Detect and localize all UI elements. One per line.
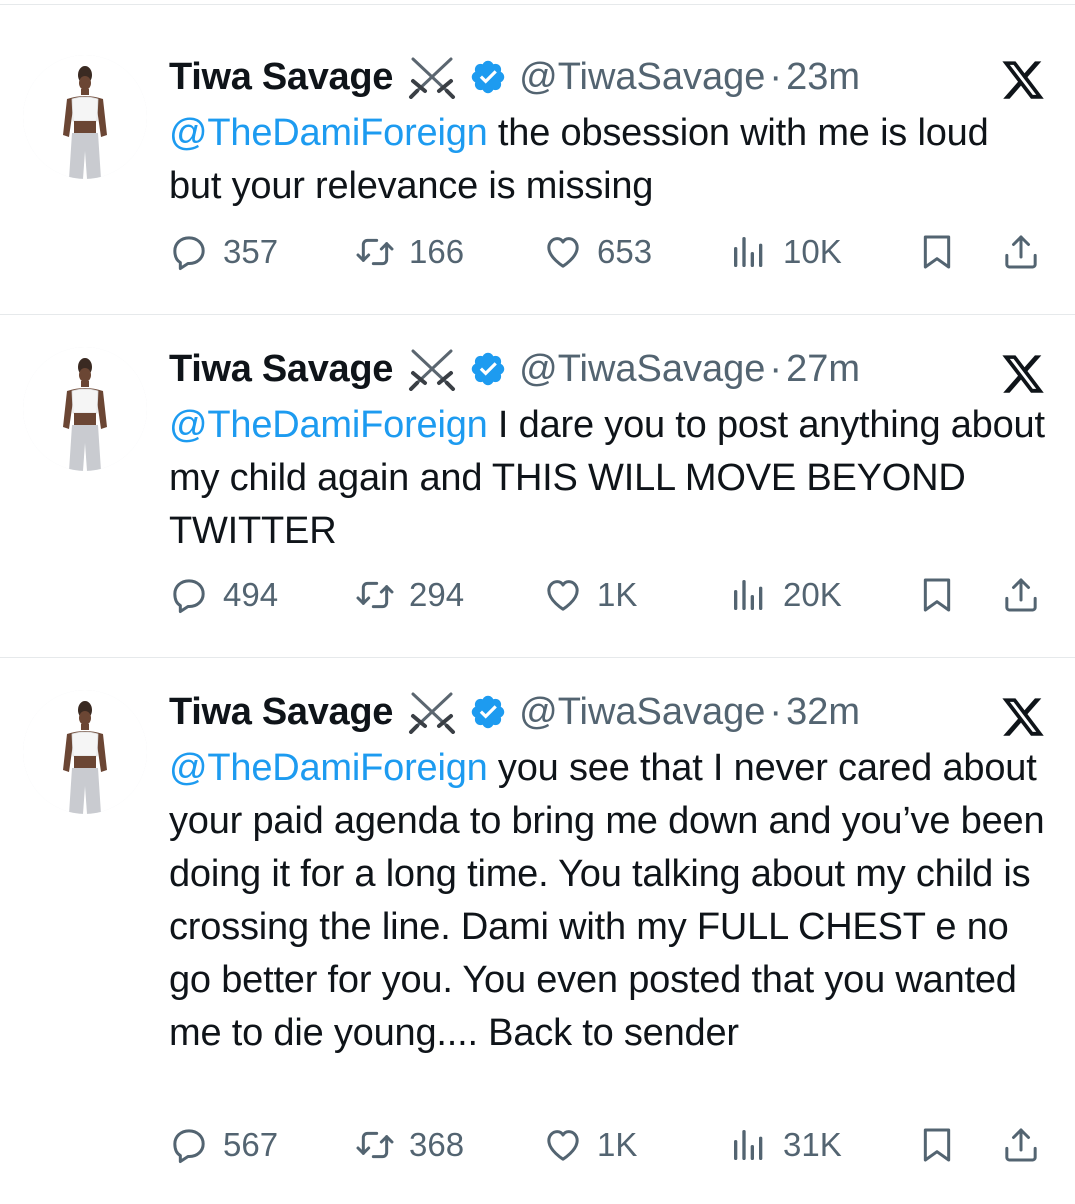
crossed-swords-icon (407, 690, 457, 734)
verified-badge-icon[interactable] (469, 350, 507, 388)
views-icon (729, 232, 769, 272)
tweet-text: @TheDamiForeign you see that I never car… (169, 742, 1049, 1060)
reply-button[interactable]: 494 (169, 570, 278, 620)
retweet-button[interactable]: 166 (355, 227, 464, 277)
retweet-button[interactable]: 368 (355, 1120, 464, 1170)
heart-icon (543, 1125, 583, 1165)
separator-dot: · (769, 56, 783, 98)
mention-link[interactable]: @TheDamiForeign (169, 112, 488, 154)
action-bar: 494 294 1K 20K (169, 570, 1049, 620)
tweet[interactable]: Tiwa Savage @TiwaSavage · 27m @TheDamiFo… (0, 314, 1075, 657)
like-count: 653 (597, 233, 653, 270)
retweet-count: 294 (409, 576, 465, 613)
reply-button[interactable]: 357 (169, 227, 278, 277)
like-button[interactable]: 653 (543, 227, 652, 277)
share-button[interactable] (1001, 1120, 1041, 1170)
tweet-header: Tiwa Savage @TiwaSavage · 23m (169, 53, 860, 101)
bookmark-button[interactable] (917, 570, 957, 620)
reply-count: 494 (223, 576, 279, 613)
tweet[interactable]: Tiwa Savage @TiwaSavage · 32m @TheDamiFo… (0, 657, 1075, 1200)
like-button[interactable]: 1K (543, 570, 637, 620)
like-button[interactable]: 1K (543, 1120, 637, 1170)
avatar[interactable] (23, 55, 147, 179)
mention-link[interactable]: @TheDamiForeign (169, 747, 488, 789)
timestamp[interactable]: 27m (786, 345, 860, 393)
separator-dot: · (769, 348, 783, 390)
reply-icon (169, 575, 209, 615)
avatar[interactable] (23, 347, 147, 471)
heart-icon (543, 575, 583, 615)
tweet[interactable]: Tiwa Savage @TiwaSavage · 23m @TheDamiFo… (0, 4, 1075, 314)
retweet-count: 368 (409, 1126, 465, 1163)
x-logo-icon (1000, 694, 1046, 740)
author-handle[interactable]: @TiwaSavage (519, 53, 765, 101)
verified-badge-icon[interactable] (469, 58, 507, 96)
retweet-icon (355, 1125, 395, 1165)
share-icon (1001, 1125, 1041, 1165)
view-count: 20K (783, 576, 842, 613)
share-button[interactable] (1001, 227, 1041, 277)
bookmark-button[interactable] (917, 227, 957, 277)
views-icon (729, 1125, 769, 1165)
action-bar: 567 368 1K 31K (169, 1120, 1049, 1170)
tweet-header: Tiwa Savage @TiwaSavage · 27m (169, 345, 860, 393)
author-name[interactable]: Tiwa Savage (169, 345, 393, 393)
views-button[interactable]: 10K (729, 227, 842, 277)
tweet-body-text: you see that I never cared about your pa… (169, 747, 1045, 1054)
share-button[interactable] (1001, 570, 1041, 620)
mention-link[interactable]: @TheDamiForeign (169, 404, 488, 446)
tweet-text: @TheDamiForeign I dare you to post anyth… (169, 399, 1049, 558)
like-count: 1K (597, 576, 638, 613)
reply-icon (169, 232, 209, 272)
retweet-count: 166 (409, 233, 465, 270)
bookmark-icon (917, 232, 957, 272)
timestamp[interactable]: 23m (786, 53, 860, 101)
reply-count: 567 (223, 1126, 279, 1163)
timestamp[interactable]: 32m (786, 688, 860, 736)
retweet-icon (355, 575, 395, 615)
like-count: 1K (597, 1126, 638, 1163)
bookmark-icon (917, 1125, 957, 1165)
tweet-text: @TheDamiForeign the obsession with me is… (169, 107, 1049, 213)
verified-badge-icon[interactable] (469, 693, 507, 731)
retweet-icon (355, 232, 395, 272)
author-name[interactable]: Tiwa Savage (169, 688, 393, 736)
reply-count: 357 (223, 233, 279, 270)
share-icon (1001, 232, 1041, 272)
views-button[interactable]: 31K (729, 1120, 842, 1170)
heart-icon (543, 232, 583, 272)
separator-dot: · (769, 691, 783, 733)
crossed-swords-icon (407, 55, 457, 99)
bookmark-icon (917, 575, 957, 615)
author-handle[interactable]: @TiwaSavage (519, 345, 765, 393)
tweet-header: Tiwa Savage @TiwaSavage · 32m (169, 688, 860, 736)
crossed-swords-icon (407, 347, 457, 391)
retweet-button[interactable]: 294 (355, 570, 464, 620)
x-logo-icon (1000, 351, 1046, 397)
action-bar: 357 166 653 10K (169, 227, 1049, 277)
view-count: 10K (783, 233, 842, 270)
reply-icon (169, 1125, 209, 1165)
x-logo-icon (1000, 57, 1046, 103)
author-handle[interactable]: @TiwaSavage (519, 688, 765, 736)
reply-button[interactable]: 567 (169, 1120, 278, 1170)
view-count: 31K (783, 1126, 842, 1163)
share-icon (1001, 575, 1041, 615)
views-icon (729, 575, 769, 615)
avatar[interactable] (23, 690, 147, 814)
author-name[interactable]: Tiwa Savage (169, 53, 393, 101)
views-button[interactable]: 20K (729, 570, 842, 620)
bookmark-button[interactable] (917, 1120, 957, 1170)
